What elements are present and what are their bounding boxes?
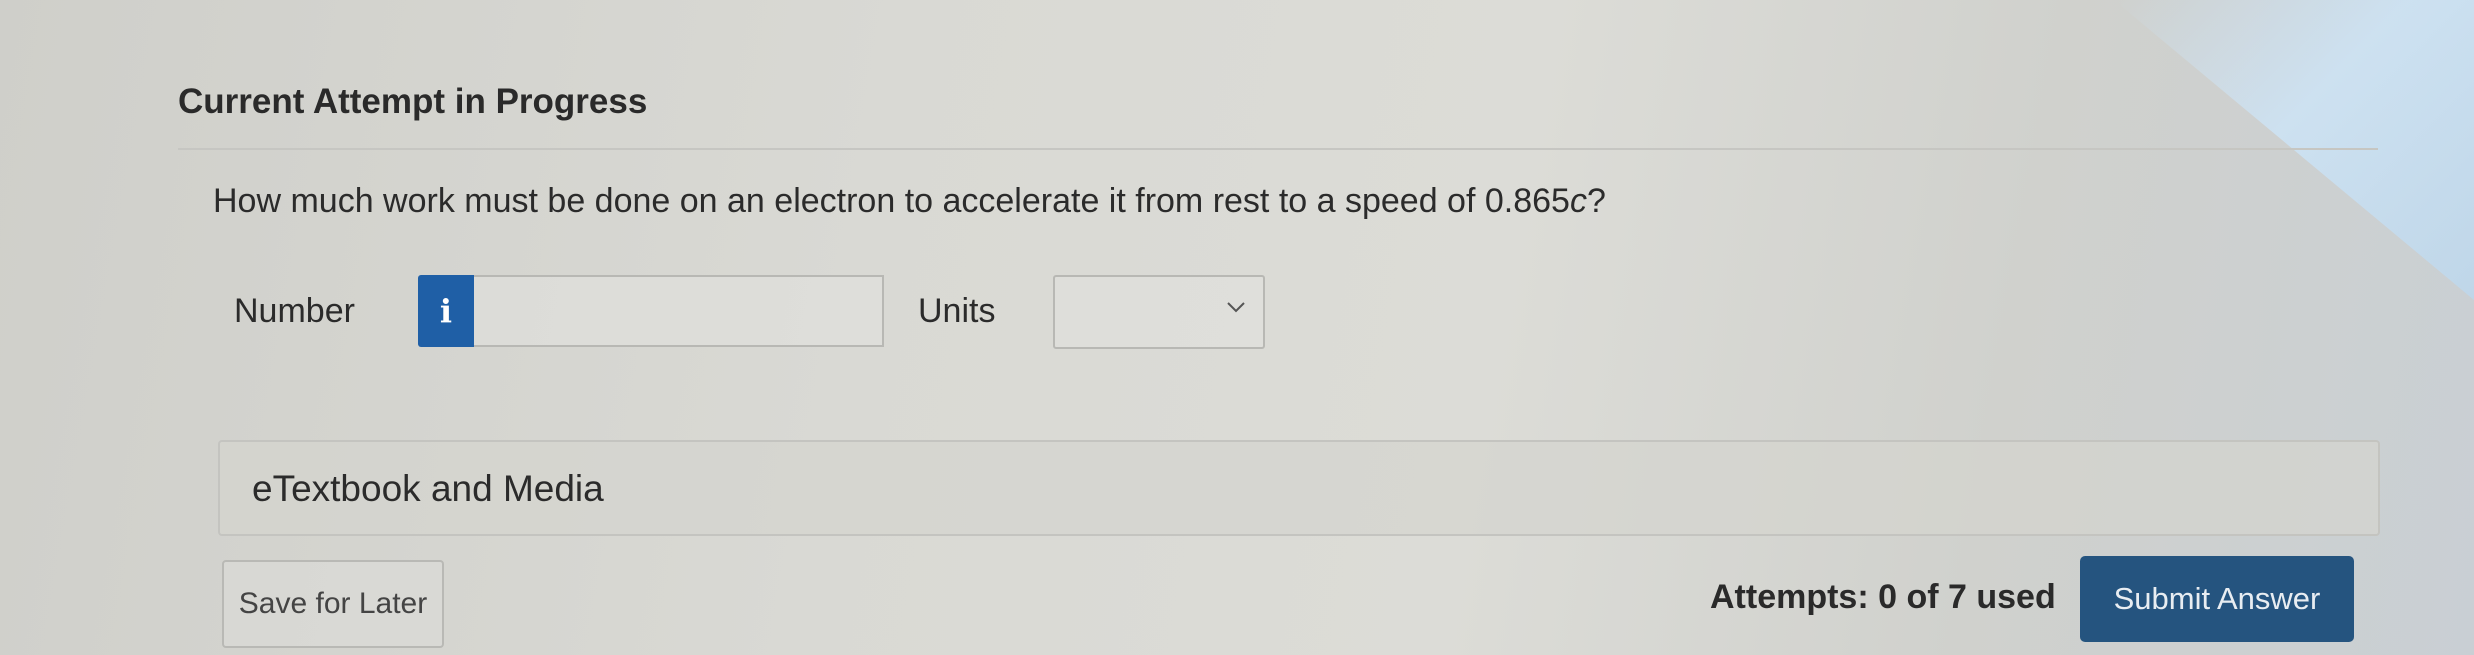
units-label: Units bbox=[918, 292, 996, 330]
question-text: How much work must be done on an electro… bbox=[213, 182, 1606, 221]
question-variable: c bbox=[1569, 182, 1587, 220]
number-input[interactable] bbox=[474, 275, 884, 347]
question-text-end: ? bbox=[1586, 182, 1606, 220]
etextbook-media-toggle[interactable]: eTextbook and Media bbox=[218, 440, 2380, 536]
attempts-counter: Attempts: 0 of 7 used bbox=[1710, 578, 2056, 616]
info-icon: i bbox=[439, 292, 453, 330]
save-for-later-button[interactable]: Save for Later bbox=[222, 560, 444, 648]
page-title: Current Attempt in Progress bbox=[178, 82, 648, 121]
chevron-down-icon bbox=[1227, 302, 1245, 313]
info-button[interactable]: i bbox=[418, 275, 474, 347]
question-text-main: How much work must be done on an electro… bbox=[213, 182, 1570, 220]
question-panel: Current Attempt in Progress How much wor… bbox=[178, 0, 2398, 655]
units-select[interactable] bbox=[1053, 275, 1265, 349]
divider bbox=[178, 148, 2378, 150]
submit-answer-button[interactable]: Submit Answer bbox=[2080, 556, 2354, 642]
number-label: Number bbox=[234, 292, 355, 330]
etextbook-media-label: eTextbook and Media bbox=[252, 468, 604, 509]
